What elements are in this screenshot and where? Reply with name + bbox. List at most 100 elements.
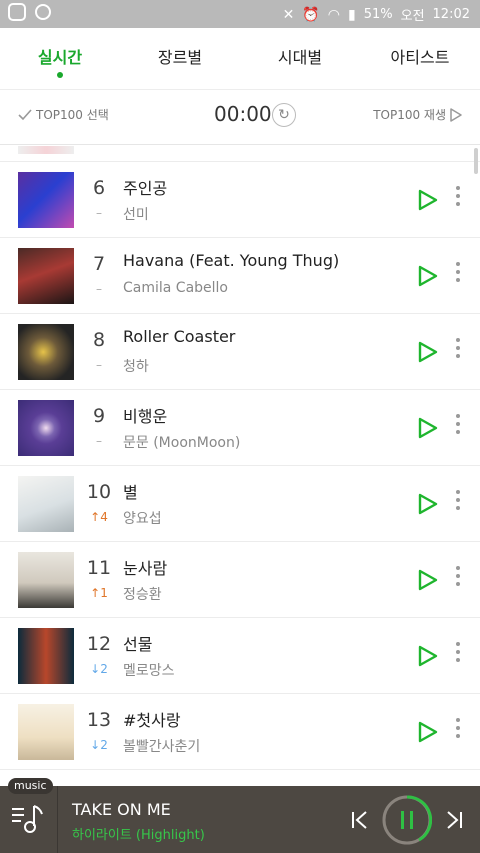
previous-track-icon[interactable] [350, 810, 370, 830]
song-title[interactable]: Havana (Feat. Young Thug) [123, 251, 339, 270]
song-title[interactable]: 선물 [123, 631, 152, 655]
rank-change: ↑1 [90, 586, 108, 600]
rank-change: ↓2 [90, 662, 108, 676]
mute-icon: ✕ [282, 6, 295, 23]
more-options-icon[interactable] [452, 414, 464, 442]
rank-number: 7 [92, 253, 106, 275]
now-playing-title: TAKE ON ME [72, 800, 171, 819]
album-cover[interactable] [18, 248, 74, 304]
play-top100-button[interactable]: TOP100 재생 [373, 106, 462, 123]
song-artist[interactable]: 문문 (MoonMoon) [123, 432, 240, 452]
song-title[interactable]: #첫사랑 [123, 707, 181, 731]
album-cover [18, 146, 74, 154]
album-cover[interactable] [18, 552, 74, 608]
song-title[interactable]: 눈사람 [123, 555, 167, 579]
clock-time: 12:02 [432, 7, 470, 22]
battery-percent: 51% [363, 7, 393, 22]
album-cover[interactable] [18, 476, 74, 532]
song-row[interactable]: 9 – 비행운문문 (MoonMoon) [0, 390, 480, 466]
tab-realtime[interactable]: 실시간 [0, 28, 120, 89]
play-top100-label: TOP100 재생 [373, 108, 446, 122]
refresh-icon[interactable]: ↻ [272, 103, 296, 127]
tab-label: 실시간 [37, 48, 83, 67]
more-options-icon[interactable] [452, 718, 464, 746]
pause-icon[interactable] [382, 795, 432, 845]
check-icon [18, 108, 32, 120]
play-icon[interactable] [418, 341, 438, 363]
play-icon[interactable] [418, 189, 438, 211]
chart-controls: TOP100 선택 00:00 ↻ TOP100 재생 [0, 91, 480, 145]
more-options-icon[interactable] [452, 566, 464, 594]
status-bar: ✕ ⏰ ◠ ▮ 51% 오전 12:02 [0, 0, 480, 28]
tab-label: 시대별 [277, 48, 323, 67]
song-artist[interactable]: 정승환 [123, 584, 162, 604]
rank-number: 9 [92, 405, 106, 427]
list-item-partial [0, 146, 480, 162]
album-cover[interactable] [18, 324, 74, 380]
rank-number: 6 [92, 177, 106, 199]
update-timer: 00:00 [214, 102, 272, 126]
song-title[interactable]: 주인공 [123, 175, 167, 199]
song-row[interactable]: 8 – Roller Coaster 청하 [0, 314, 480, 390]
more-options-icon[interactable] [452, 186, 464, 214]
play-icon[interactable] [418, 645, 438, 667]
next-track-icon[interactable] [444, 810, 464, 830]
play-icon[interactable] [418, 721, 438, 743]
scrollbar[interactable] [474, 148, 478, 174]
rank-number: 11 [86, 557, 112, 579]
clock-ampm: 오전 [400, 9, 425, 24]
music-badge: music [8, 778, 53, 794]
more-options-icon[interactable] [452, 262, 464, 290]
tab-artist[interactable]: 아티스트 [360, 28, 480, 89]
song-artist[interactable]: 볼빨간사춘기 [123, 736, 200, 756]
song-list: 6 – 주인공선미 7 – Havana (Feat. Young Thug) Camila… [0, 146, 480, 786]
rank-number: 8 [92, 329, 106, 351]
album-cover[interactable] [18, 628, 74, 684]
album-cover[interactable] [18, 704, 74, 760]
now-playing-artist: 하이라이트 (Highlight) [72, 828, 205, 843]
play-icon[interactable] [418, 417, 438, 439]
music-notification-icon [35, 4, 51, 20]
play-outline-icon [450, 107, 462, 122]
song-row[interactable]: 12 ↓2 선물 멜로망스 [0, 618, 480, 694]
more-options-icon[interactable] [452, 338, 464, 366]
rank-change: – [96, 282, 102, 296]
song-title[interactable]: Roller Coaster [123, 327, 235, 346]
rank-change: – [96, 434, 102, 448]
song-artist[interactable]: 멜로망스 [123, 660, 175, 680]
play-icon[interactable] [418, 493, 438, 515]
wifi-icon: ◠ [327, 6, 340, 23]
select-top100-label: TOP100 선택 [36, 108, 109, 122]
rank-number: 13 [86, 709, 112, 731]
album-cover[interactable] [18, 400, 74, 456]
app-notification-icon [8, 3, 26, 21]
tab-era[interactable]: 시대별 [240, 28, 360, 89]
play-icon[interactable] [418, 569, 438, 591]
song-artist[interactable]: 선미 [123, 204, 149, 224]
active-tab-indicator [57, 72, 63, 78]
tab-label: 장르별 [157, 48, 203, 67]
song-artist[interactable]: 양요섭 [123, 508, 162, 528]
song-artist[interactable]: Camila Cabello [123, 280, 228, 296]
more-options-icon[interactable] [452, 642, 464, 670]
song-row[interactable]: 11 ↑1 눈사람정승환 [0, 542, 480, 618]
playlist-icon[interactable] [0, 786, 58, 853]
play-icon[interactable] [418, 265, 438, 287]
tab-genre[interactable]: 장르별 [120, 28, 240, 89]
select-top100-button[interactable]: TOP100 선택 [18, 106, 109, 123]
song-row[interactable]: 10 ↑4 별 양요섭 [0, 466, 480, 542]
song-row[interactable]: 13 ↓2 #첫사랑볼빨간사춘기 [0, 694, 480, 770]
more-options-icon[interactable] [452, 490, 464, 518]
song-row[interactable]: 6 – 주인공선미 [0, 162, 480, 238]
rank-change: ↓2 [90, 738, 108, 752]
chart-tabs: 실시간 장르별 시대별 아티스트 [0, 28, 480, 90]
rank-change: – [96, 358, 102, 372]
rank-change: – [96, 206, 102, 220]
song-artist[interactable]: 청하 [123, 356, 149, 376]
mini-player[interactable]: TAKE ON ME 하이라이트 (Highlight) [0, 786, 480, 853]
song-title[interactable]: 비행운 [123, 403, 167, 427]
album-cover[interactable] [18, 172, 74, 228]
tab-label: 아티스트 [390, 48, 450, 67]
song-row[interactable]: 7 – Havana (Feat. Young Thug) Camila Cabell… [0, 238, 480, 314]
song-title[interactable]: 별 [123, 479, 138, 503]
